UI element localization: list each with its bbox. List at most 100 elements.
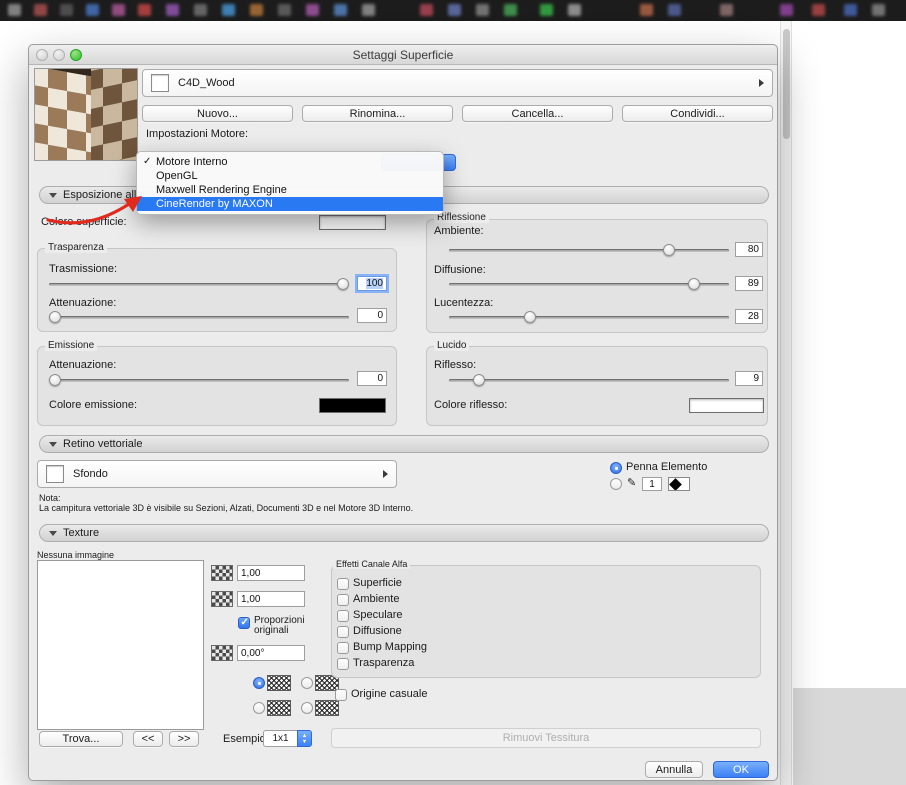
menubar-icon[interactable]: [222, 4, 235, 16]
menubar-icon[interactable]: [812, 4, 825, 16]
menubar-icon[interactable]: [362, 4, 375, 16]
transmission-slider[interactable]: [49, 278, 349, 291]
shininess-slider[interactable]: [449, 311, 729, 324]
share-button[interactable]: Condividi...: [622, 105, 773, 122]
ambient-value-field[interactable]: 80: [735, 242, 763, 257]
next-texture-button[interactable]: >>: [169, 731, 199, 747]
diffusion-value-field[interactable]: 89: [735, 276, 763, 291]
menubar-icon[interactable]: [86, 4, 99, 16]
original-proportions-checkbox[interactable]: [238, 617, 250, 629]
cancel-button[interactable]: Annulla: [645, 761, 703, 778]
menu-item-cinerender[interactable]: CineRender by MAXON: [137, 197, 443, 211]
menubar-icon[interactable]: [476, 4, 489, 16]
menubar-icon[interactable]: [334, 4, 347, 16]
menubar-icon[interactable]: [844, 4, 857, 16]
material-swatch: [151, 74, 169, 92]
alpha-speculare-checkbox[interactable]: [337, 610, 349, 622]
pen-color-chip[interactable]: [668, 477, 690, 491]
mirror-option-1-radio[interactable]: [253, 677, 265, 689]
shininess-value-field[interactable]: 28: [735, 309, 763, 324]
stepper-arrows-icon[interactable]: [297, 730, 312, 747]
slider-thumb[interactable]: [663, 244, 675, 256]
menubar-icon[interactable]: [306, 4, 319, 16]
menu-item-opengl[interactable]: OpenGL: [137, 169, 443, 183]
rename-button[interactable]: Rinomina...: [302, 105, 453, 122]
slider-thumb[interactable]: [524, 311, 536, 323]
menubar-icon[interactable]: [540, 4, 553, 16]
menu-item-internal-engine[interactable]: ✓ Motore Interno: [137, 155, 443, 169]
menubar-icon[interactable]: [138, 4, 151, 16]
menubar-icon[interactable]: [720, 4, 733, 16]
menubar-icon[interactable]: [60, 4, 73, 16]
new-button[interactable]: Nuovo...: [142, 105, 293, 122]
mirror-option-2-radio[interactable]: [301, 677, 313, 689]
menubar-icon[interactable]: [420, 4, 433, 16]
pen-element-radio[interactable]: [610, 462, 622, 474]
texture-size-y-field[interactable]: 1,00: [237, 591, 305, 607]
reflex-value-field[interactable]: 9: [735, 371, 763, 386]
menubar-icon[interactable]: [112, 4, 125, 16]
random-origin-checkbox[interactable]: [335, 689, 347, 701]
menu-item-label: CineRender by MAXON: [156, 198, 273, 210]
menubar-icon[interactable]: [278, 4, 291, 16]
material-selector[interactable]: C4D_Wood: [142, 69, 773, 97]
section-header-texture[interactable]: Texture: [39, 524, 769, 542]
pen-icon: ✎: [627, 476, 636, 489]
menubar-icon[interactable]: [250, 4, 263, 16]
slider-thumb[interactable]: [473, 374, 485, 386]
menubar-icon[interactable]: [166, 4, 179, 16]
texture-angle-field[interactable]: 0,00°: [237, 645, 305, 661]
mirror-option-3-radio[interactable]: [253, 702, 265, 714]
field-value: 0,00°: [241, 648, 264, 659]
menubar-icon[interactable]: [640, 4, 653, 16]
ambient-slider[interactable]: [449, 244, 729, 257]
mirror-option-4-radio[interactable]: [301, 702, 313, 714]
attenuation-slider[interactable]: [49, 311, 349, 324]
attenuation-value-field[interactable]: 0: [357, 308, 387, 323]
example-stepper[interactable]: 1x1: [263, 730, 312, 747]
texture-preview-box[interactable]: [37, 560, 204, 730]
reflex-color-swatch[interactable]: [689, 398, 764, 413]
menu-item-label: Motore Interno: [156, 156, 228, 168]
title-bar[interactable]: Settaggi Superficie: [29, 45, 777, 65]
alpha-ambiente-checkbox[interactable]: [337, 594, 349, 606]
reflex-slider[interactable]: [449, 374, 729, 387]
alpha-bump-mapping-checkbox[interactable]: [337, 642, 349, 654]
previous-texture-button[interactable]: <<: [133, 731, 163, 747]
alpha-superficie-checkbox[interactable]: [337, 578, 349, 590]
slider-thumb[interactable]: [337, 278, 349, 290]
menubar-icon[interactable]: [568, 4, 581, 16]
menubar-icon[interactable]: [668, 4, 681, 16]
ok-button[interactable]: OK: [713, 761, 769, 778]
slider-thumb[interactable]: [49, 374, 61, 386]
emission-attenuation-slider[interactable]: [49, 374, 349, 387]
custom-pen-radio[interactable]: [610, 478, 622, 490]
emission-attenuation-value-field[interactable]: 0: [357, 371, 387, 386]
emission-color-swatch[interactable]: [319, 398, 386, 413]
field-value: 1,00: [241, 594, 260, 605]
reflex-color-label: Colore riflesso:: [434, 399, 507, 411]
slider-thumb[interactable]: [49, 311, 61, 323]
menubar-icon[interactable]: [34, 4, 47, 16]
menubar-icon[interactable]: [448, 4, 461, 16]
menubar-icon[interactable]: [780, 4, 793, 16]
transmission-value-field[interactable]: 100: [357, 276, 387, 291]
menu-item-maxwell[interactable]: Maxwell Rendering Engine: [137, 183, 443, 197]
surface-color-swatch[interactable]: [319, 215, 386, 230]
background-hatch-selector[interactable]: Sfondo: [37, 460, 397, 488]
slider-thumb[interactable]: [688, 278, 700, 290]
section-header-vector-hatch[interactable]: Retino vettoriale: [39, 435, 769, 453]
texture-size-x-field[interactable]: 1,00: [237, 565, 305, 581]
scrollbar-thumb[interactable]: [783, 29, 790, 139]
delete-button[interactable]: Cancella...: [462, 105, 613, 122]
diffusion-slider[interactable]: [449, 278, 729, 291]
alpha-trasparenza-checkbox[interactable]: [337, 658, 349, 670]
menubar-icon[interactable]: [194, 4, 207, 16]
alpha-diffusione-checkbox[interactable]: [337, 626, 349, 638]
menubar-icon[interactable]: [504, 4, 517, 16]
pen-number-field[interactable]: 1: [642, 477, 662, 491]
menubar-icon[interactable]: [8, 4, 21, 16]
find-texture-button[interactable]: Trova...: [39, 731, 123, 747]
menubar-icon[interactable]: [872, 4, 885, 16]
scrollbar[interactable]: [780, 21, 792, 785]
